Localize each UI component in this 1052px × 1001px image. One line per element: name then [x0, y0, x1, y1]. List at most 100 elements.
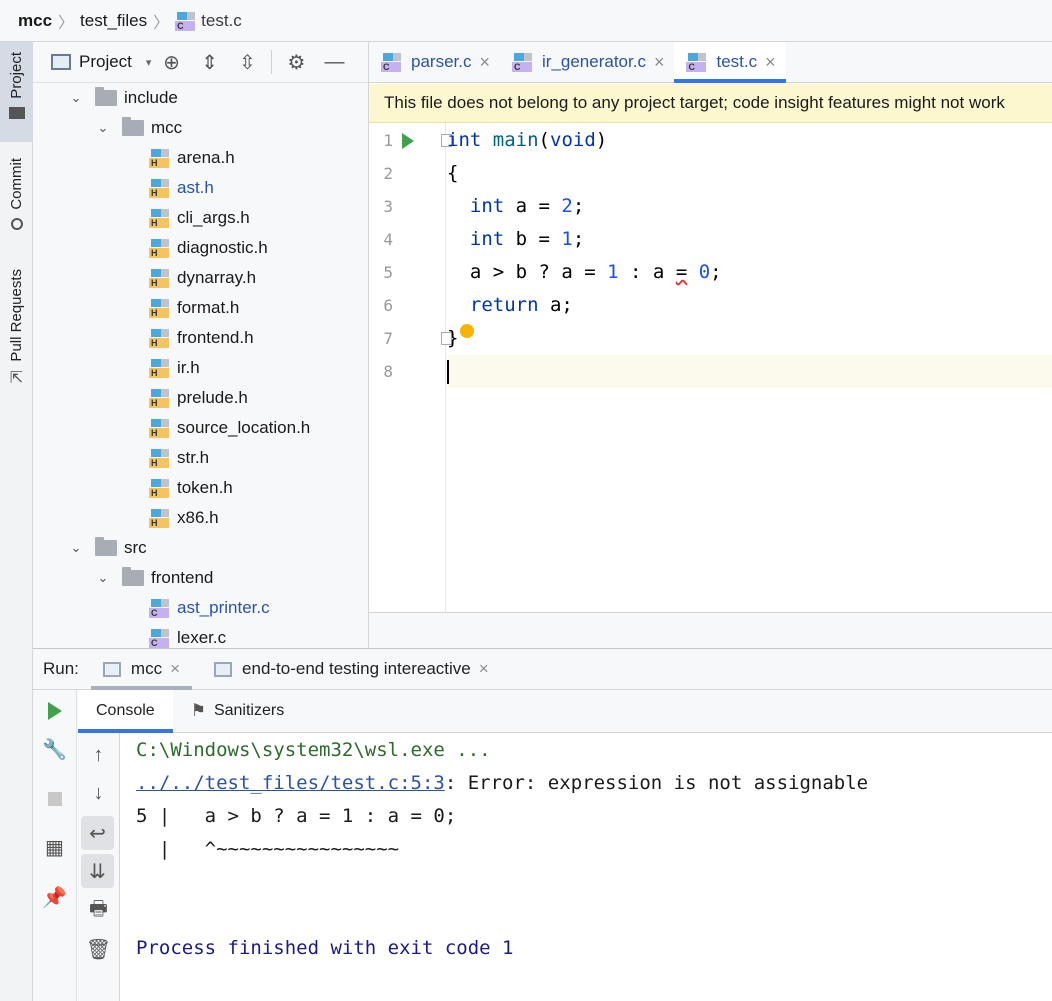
line-number: 4 — [383, 230, 393, 249]
collapse-all-icon[interactable]: ⇳ — [233, 50, 261, 75]
chevron-down-icon[interactable]: ⌄ — [96, 120, 110, 136]
header-file-icon: H — [149, 388, 169, 408]
tree-folder-row[interactable]: ⌄ src — [33, 533, 368, 563]
scroll-to-end-icon[interactable]: ⇊ — [81, 854, 114, 888]
editor-gutter: 1 2 3 4 5 6 7 8 — [369, 123, 452, 612]
breadcrumb-project[interactable]: mcc — [18, 11, 52, 31]
code-line: } — [447, 327, 459, 349]
editor-tab[interactable]: Cir_generator.c × — [500, 42, 674, 82]
tree-item-label: str.h — [177, 448, 210, 467]
lightbulb-icon[interactable] — [460, 324, 474, 338]
layout-icon[interactable]: ▦ — [33, 830, 76, 864]
tree-file-row[interactable]: Hdiagnostic.h — [33, 233, 368, 263]
close-icon[interactable]: × — [479, 52, 490, 73]
strip-tab-project[interactable]: Project — [0, 42, 33, 142]
wrench-icon[interactable]: 🔧 — [33, 732, 76, 766]
soft-wrap-icon[interactable]: ↩ — [81, 816, 114, 850]
tree-item-label: format.h — [177, 298, 240, 317]
strip-tab-pull-requests[interactable]: Pull Requests ⇱ — [0, 267, 33, 392]
project-warning-banner: This file does not belong to any project… — [369, 84, 1052, 123]
folder-icon — [95, 87, 117, 106]
project-tree: ⌄ include ⌄ mcc Harena.h Hast.h Hcli_args.h Hdi… — [33, 83, 368, 648]
run-tab[interactable]: end-to-end testing intereactive × — [202, 649, 501, 689]
tree-item-label: mcc — [151, 118, 183, 137]
breadcrumb-folder[interactable]: test_files — [80, 11, 147, 31]
dropdown-icon[interactable]: ▾ — [146, 56, 152, 69]
run-tab[interactable]: mcc × — [90, 649, 193, 690]
chevron-down-icon[interactable]: ⌄ — [69, 540, 83, 556]
project-title[interactable]: Project — [79, 52, 132, 72]
chevron-down-icon[interactable]: ⌄ — [69, 90, 83, 106]
c-file-icon: C — [149, 598, 169, 618]
left-tool-strip: Project Commit Pull Requests ⇱ — [0, 42, 33, 1001]
close-icon[interactable]: × — [170, 659, 180, 679]
pin-icon[interactable]: 📌 — [33, 880, 76, 914]
tree-file-row[interactable]: Clexer.c — [33, 623, 368, 648]
minimize-icon[interactable]: — — [320, 51, 348, 74]
code-line: int b = 1; — [469, 228, 585, 250]
run-gutter-icon[interactable] — [402, 133, 414, 149]
code-editor[interactable]: 1 2 3 4 5 6 7 8 int main(void) { int a = 2; int… — [369, 123, 1052, 612]
strip-tab-commit[interactable]: Commit — [0, 154, 33, 254]
tree-file-row[interactable]: Hx86.h — [33, 503, 368, 533]
scroll-down-icon[interactable]: ↓ — [77, 776, 120, 810]
error-location-link[interactable]: ../../test_files/test.c:5:3 — [136, 772, 445, 794]
tree-file-row[interactable]: Harena.h — [33, 143, 368, 173]
tree-item-label: token.h — [177, 478, 233, 497]
tree-file-row[interactable]: Cast_printer.c — [33, 593, 368, 623]
header-file-icon: H — [149, 208, 169, 228]
tree-file-row[interactable]: Hprelude.h — [33, 383, 368, 413]
console-caret-line: | ^~~~~~~~~~~~~~~~~ — [136, 838, 400, 860]
header-file-icon: H — [149, 508, 169, 528]
sanitizers-icon: ⚑ — [190, 701, 206, 720]
c-file-icon: C — [686, 52, 707, 72]
editor-tab-label: parser.c — [411, 52, 472, 71]
code-area[interactable]: int main(void) { int a = 2; int b = 1; a… — [447, 123, 1052, 612]
close-icon[interactable]: × — [479, 659, 489, 679]
header-file-icon: H — [149, 478, 169, 498]
tree-file-row[interactable]: Hir.h — [33, 353, 368, 383]
gear-icon[interactable]: ⚙ — [282, 50, 310, 75]
tree-file-row[interactable]: Hast.h — [33, 173, 368, 203]
expand-all-icon[interactable]: ⇕ — [195, 50, 223, 75]
tree-folder-row[interactable]: ⌄ frontend — [33, 563, 368, 593]
editor-tab[interactable]: Cparser.c × — [369, 42, 500, 82]
editor-tab-label: test.c — [716, 52, 758, 71]
console-tabs: Console ⚑ Sanitizers — [78, 690, 1052, 733]
header-file-icon: H — [149, 328, 169, 348]
tab-console[interactable]: Console — [78, 690, 173, 733]
tree-file-row[interactable]: Hcli_args.h — [33, 203, 368, 233]
run-label: Run: — [43, 659, 79, 678]
console-output[interactable]: C:\Windows\system32\wsl.exe ... ../../te… — [120, 733, 1052, 1001]
locate-icon[interactable]: ⊕ — [157, 50, 185, 75]
code-line-current — [447, 355, 1052, 388]
close-icon[interactable]: × — [765, 52, 776, 73]
breadcrumb-file[interactable]: test.c — [201, 11, 242, 31]
chevron-down-icon[interactable]: ⌄ — [96, 570, 110, 586]
tree-file-row[interactable]: Hformat.h — [33, 293, 368, 323]
scroll-up-icon[interactable]: ↑ — [77, 738, 120, 772]
console-tab-label: Console — [96, 702, 155, 719]
stop-icon[interactable] — [33, 782, 76, 816]
toolbar-divider — [271, 50, 273, 74]
strip-label-project: Project — [8, 52, 25, 99]
project-view-icon — [51, 54, 71, 70]
tree-file-row[interactable]: Htoken.h — [33, 473, 368, 503]
header-file-icon: H — [149, 418, 169, 438]
trash-icon[interactable]: 🗑 — [77, 932, 120, 966]
print-icon[interactable]: 🖶 — [77, 894, 120, 928]
tab-sanitizers[interactable]: ⚑ Sanitizers — [173, 690, 303, 732]
tree-folder-row[interactable]: ⌄ mcc — [33, 113, 368, 143]
close-icon[interactable]: × — [654, 52, 665, 73]
commit-icon — [10, 217, 23, 230]
tree-file-row[interactable]: Hstr.h — [33, 443, 368, 473]
tree-file-row[interactable]: Hsource_location.h — [33, 413, 368, 443]
run-toolbar-right: ↑ ↓ ↩ ⇊ 🖶 🗑 — [77, 690, 120, 1001]
editor-tab[interactable]: Ctest.c × — [674, 42, 786, 83]
tree-item-label: lexer.c — [177, 628, 227, 647]
tree-file-row[interactable]: Hdynarray.h — [33, 263, 368, 293]
tree-folder-row[interactable]: ⌄ include — [33, 83, 368, 113]
rerun-icon[interactable] — [33, 694, 76, 728]
tree-item-label: include — [124, 88, 178, 107]
tree-file-row[interactable]: Hfrontend.h — [33, 323, 368, 353]
